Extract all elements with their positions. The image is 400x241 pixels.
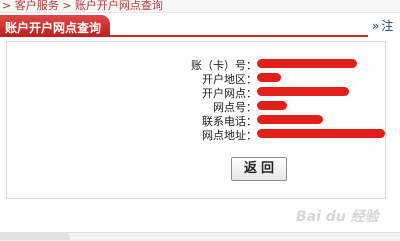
- breadcrumb[interactable]: > 客户服务 > 账户开户网点查询: [2, 0, 163, 12]
- redacted-value: [257, 73, 281, 82]
- redacted-value: [257, 129, 385, 138]
- redacted-value: [257, 87, 349, 96]
- redacted-value: [257, 59, 357, 68]
- breadcrumb-bar: > 客户服务 > 账户开户网点查询: [0, 0, 400, 13]
- field-label: 网点地址：: [202, 129, 257, 142]
- double-arrow-icon: »: [372, 19, 380, 33]
- redacted-value: [257, 115, 323, 124]
- section-header: 账户开户网点查询 » 注: [0, 15, 400, 37]
- field-row-account: 账（卡）号：: [0, 57, 400, 72]
- note-link-label: 注: [381, 19, 394, 33]
- field-row-region: 开户地区：: [0, 71, 400, 86]
- note-link[interactable]: » 注: [372, 17, 393, 34]
- redacted-value: [257, 101, 287, 110]
- field-row-phone: 联系电话：: [0, 113, 400, 128]
- field-row-branch: 开户网点：: [0, 85, 400, 100]
- footer-tab: [0, 232, 70, 240]
- title-tab: 账户开户网点查询: [0, 15, 110, 37]
- field-row-address: 网点地址：: [0, 127, 400, 142]
- field-row-branch-code: 网点号：: [0, 99, 400, 114]
- title-underline: [110, 35, 368, 37]
- page-title: 账户开户网点查询: [5, 21, 102, 35]
- watermark: Bai du 经验: [296, 209, 379, 225]
- back-button[interactable]: 返回: [231, 157, 287, 181]
